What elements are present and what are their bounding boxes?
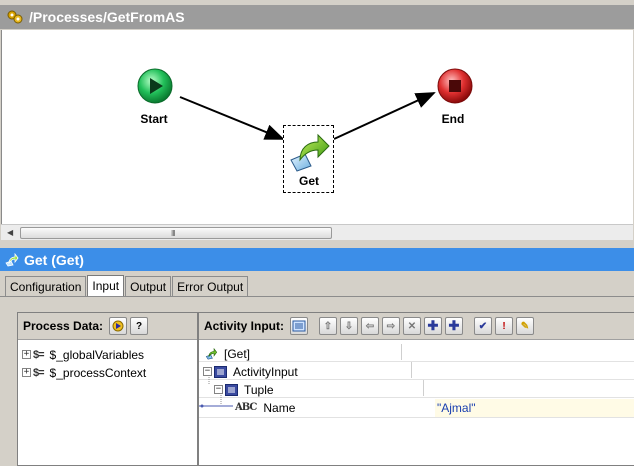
exclamation-icon: ! — [502, 320, 506, 332]
activity-title: Get (Get) — [24, 251, 84, 268]
add-sibling-button[interactable]: ✚ — [445, 317, 463, 335]
tree-item-label: $_globalVariables — [49, 347, 145, 362]
horizontal-scrollbar[interactable]: ◀ III — [1, 224, 633, 240]
start-label: Start — [140, 112, 168, 126]
element-icon — [214, 365, 227, 378]
help-icon: ? — [135, 320, 143, 332]
map-data-icon — [112, 320, 124, 332]
collapse-icon[interactable]: − — [203, 367, 212, 376]
add-icon: ✚ — [427, 318, 439, 333]
arrow-right-icon: ⇨ — [386, 320, 396, 332]
input-tree-root[interactable]: [Get] — [205, 345, 250, 362]
tab-configuration[interactable]: Configuration — [5, 276, 87, 296]
transition-start-get — [179, 96, 285, 140]
process-icon — [7, 10, 23, 24]
input-tree-label: [Get] — [224, 346, 251, 361]
tab-output[interactable]: Output — [125, 276, 172, 296]
map-data-button[interactable] — [109, 317, 128, 335]
move-right-button[interactable]: ⇨ — [382, 317, 400, 335]
get-activity-icon — [290, 133, 330, 172]
end-icon[interactable] — [436, 67, 474, 105]
activity-header: Get (Get) — [0, 248, 634, 271]
activity-input-panel: Activity Input: ⇧ ⇩ ⇦ ⇨ ✕ ✚ ✚ ✔ ! ✎ [Get… — [198, 312, 634, 466]
variable-icon: $= — [33, 348, 45, 361]
edit-button[interactable]: ✎ — [516, 317, 534, 335]
transition-get-end — [333, 92, 436, 140]
element-icon — [225, 383, 238, 396]
delete-button[interactable]: ✕ — [403, 317, 421, 335]
move-left-button[interactable]: ⇦ — [361, 317, 379, 335]
tree-item-label: $_processContext — [49, 365, 147, 380]
input-tree-label: Tuple — [244, 382, 274, 397]
expand-icon[interactable]: + — [22, 368, 31, 377]
scrollbar-thumb[interactable]: III — [20, 227, 332, 239]
move-down-button[interactable]: ⇩ — [340, 317, 358, 335]
pencil-icon: ✎ — [520, 320, 530, 332]
warning-button[interactable]: ! — [495, 317, 513, 335]
expand-icon[interactable]: + — [22, 350, 31, 359]
arrow-left-icon: ⇦ — [365, 320, 375, 332]
input-tree-activityinput[interactable]: − ActivityInput — [203, 363, 298, 380]
arrow-down-icon: ⇩ — [344, 320, 354, 332]
add-sibling-icon: ✚ — [448, 318, 460, 333]
process-titlebar: /Processes/GetFromAS — [0, 5, 634, 29]
arrow-up-icon: ⇧ — [323, 320, 333, 332]
schema-view-button[interactable] — [290, 317, 308, 335]
variable-icon: $= — [33, 366, 45, 379]
add-child-button[interactable]: ✚ — [424, 317, 442, 335]
tab-input[interactable]: Input — [87, 275, 125, 296]
get-label: Get — [298, 174, 319, 188]
start-icon[interactable] — [136, 67, 174, 105]
process-window: /Processes/GetFromAS Start Get End ◀ III — [0, 0, 634, 243]
column-separator — [411, 362, 412, 378]
tab-divider — [0, 296, 634, 297]
tab-error-output[interactable]: Error Output — [172, 276, 249, 296]
input-tree-label: ActivityInput — [233, 364, 298, 379]
collapse-icon[interactable]: − — [214, 385, 223, 394]
input-tree-tuple[interactable]: − Tuple — [214, 381, 274, 398]
schema-view-icon — [292, 320, 306, 332]
delete-icon: ✕ — [407, 320, 417, 332]
column-separator — [423, 380, 424, 396]
get-activity-small-icon — [205, 347, 218, 360]
column-separator — [401, 344, 402, 360]
help-button[interactable]: ? — [130, 317, 149, 335]
string-type-icon: ABC — [235, 402, 257, 413]
process-canvas[interactable]: Start Get End — [1, 30, 633, 224]
validate-button[interactable]: ✔ — [474, 317, 492, 335]
scrollbar-grip: III — [171, 229, 176, 238]
name-value-field[interactable]: "Ajmal" — [435, 399, 634, 417]
scroll-left-icon[interactable]: ◀ — [7, 228, 13, 237]
process-data-panel: Process Data: ? + $= $_globalVariables +… — [17, 312, 198, 466]
process-data-label: Process Data: — [23, 319, 104, 333]
process-data-header: Process Data: ? — [18, 313, 197, 340]
get-activity-node[interactable]: Get — [283, 125, 334, 193]
move-up-button[interactable]: ⇧ — [319, 317, 337, 335]
input-tree-name[interactable]: ABC Name — [235, 399, 295, 416]
tree-item-process-context[interactable]: + $= $_processContext — [22, 364, 146, 381]
get-activity-small-icon — [5, 252, 19, 266]
end-label: End — [441, 112, 465, 126]
checkmark-icon: ✔ — [478, 320, 488, 332]
input-tree-label: Name — [263, 400, 296, 415]
process-title: /Processes/GetFromAS — [29, 9, 185, 25]
tab-bar: Configuration Input Output Error Output — [5, 275, 249, 296]
tree-item-global-variables[interactable]: + $= $_globalVariables — [22, 346, 144, 363]
